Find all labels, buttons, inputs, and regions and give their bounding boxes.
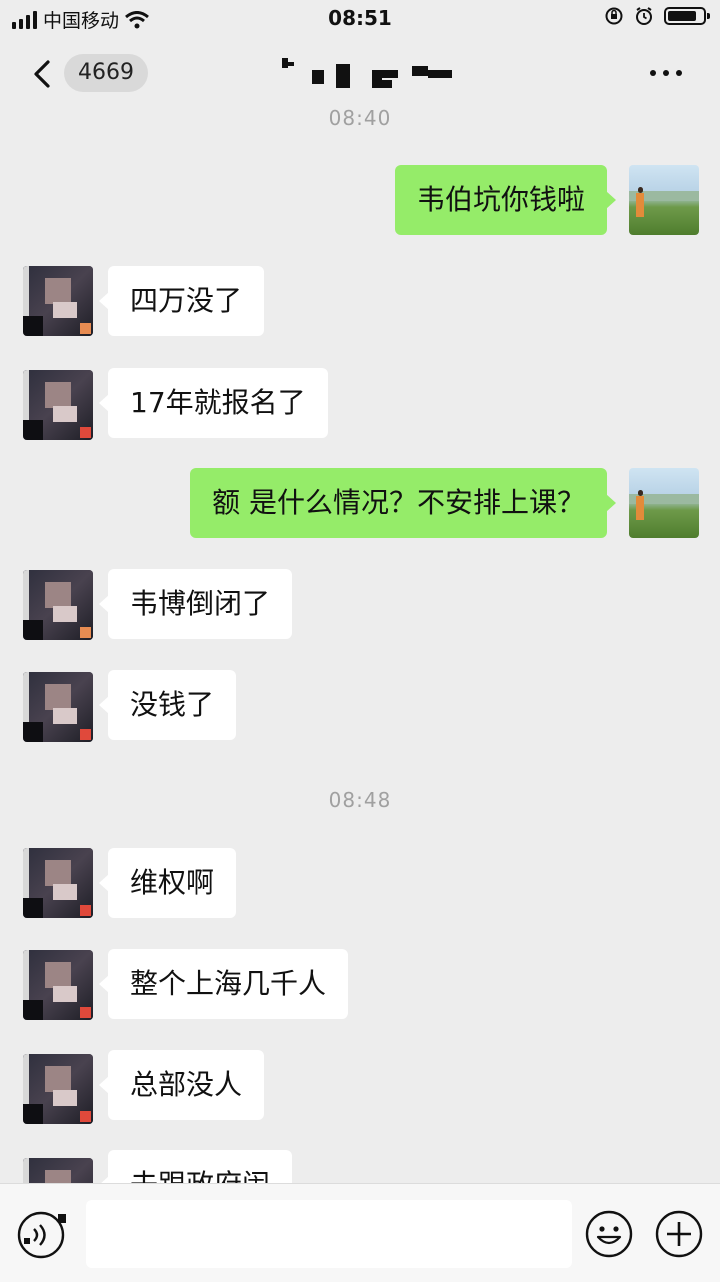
contact-avatar[interactable] (23, 370, 93, 440)
emoji-icon[interactable] (584, 1209, 634, 1259)
voice-icon[interactable] (16, 1210, 66, 1260)
contact-avatar[interactable] (23, 1054, 93, 1124)
received-message-bubble[interactable]: 没钱了 (98, 670, 237, 740)
chat-header: 4669 (0, 36, 720, 110)
received-message-bubble[interactable]: 四万没了 (98, 266, 265, 336)
timestamp: 08:40 (328, 106, 392, 130)
status-right (604, 6, 710, 26)
received-message-bubble[interactable]: 维权啊 (98, 848, 237, 918)
received-message-bubble[interactable]: 总部没人 (98, 1050, 265, 1120)
received-message-bubble[interactable]: 17年就报名了 (99, 368, 328, 438)
battery-icon (664, 7, 710, 25)
message-input[interactable] (86, 1200, 572, 1268)
sent-message-bubble[interactable]: 韦伯坑你钱啦 (394, 165, 617, 235)
alarm-icon (636, 7, 652, 25)
contact-avatar[interactable] (23, 266, 93, 336)
orientation-lock-icon (605, 7, 623, 25)
contact-avatar[interactable] (23, 672, 93, 742)
chat-input-bar (0, 1183, 720, 1282)
my-avatar[interactable] (629, 165, 699, 235)
sent-message-bubble[interactable]: 额 是什么情况？不安排上课？ (190, 468, 616, 538)
received-message-bubble[interactable]: 韦博倒闭了 (98, 569, 293, 639)
plus-icon[interactable] (654, 1209, 704, 1259)
my-avatar[interactable] (629, 468, 699, 538)
received-message-bubble[interactable]: 整个上海几千人 (98, 949, 349, 1019)
chat-title-mosaic (270, 58, 460, 88)
status-bar: 中国移动 08:51 (0, 0, 720, 36)
contact-avatar[interactable] (23, 848, 93, 918)
back-chevron-icon[interactable] (22, 54, 62, 94)
timestamp: 08:48 (328, 788, 392, 812)
contact-avatar[interactable] (23, 950, 93, 1020)
unread-count-badge[interactable]: 4669 (64, 54, 148, 92)
contact-avatar[interactable] (23, 570, 93, 640)
more-icon[interactable] (650, 70, 682, 76)
